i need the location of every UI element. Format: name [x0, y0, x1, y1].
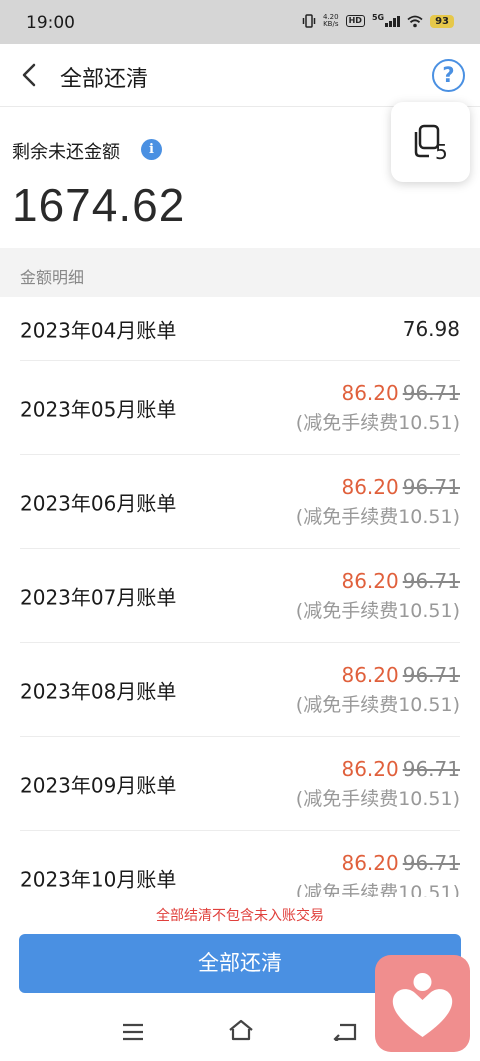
wifi-icon: [407, 15, 423, 27]
floating-window-count: 5: [435, 140, 448, 164]
back-nav-icon[interactable]: [333, 1021, 357, 1041]
bill-discounted-amount: 86.20: [341, 381, 399, 405]
bill-fee-note: (减免手续费10.51): [295, 506, 460, 528]
remaining-amount: 1674.62: [12, 179, 186, 231]
status-bar: 19:00 4.20 KB/s HD 5G 93: [0, 0, 480, 44]
help-icon[interactable]: ?: [432, 59, 465, 92]
bill-name: 2023年09月账单: [20, 773, 177, 797]
bill-fee-note: (减免手续费10.51): [295, 882, 460, 897]
bill-row[interactable]: 2023年10月账单 86.20 96.71 (减免手续费10.51): [20, 831, 460, 897]
status-icons: 4.20 KB/s HD 5G 93: [302, 12, 454, 28]
bill-name: 2023年05月账单: [20, 397, 177, 421]
net-speed: 4.20 KB/s: [323, 14, 339, 28]
bill-row[interactable]: 2023年05月账单 86.20 96.71 (减免手续费10.51): [20, 361, 460, 455]
floating-window-widget[interactable]: 5: [391, 102, 470, 182]
menu-icon[interactable]: [122, 1023, 144, 1041]
bill-discounted-amount: 86.20: [341, 851, 399, 875]
bill-original-amount: 96.71: [402, 851, 460, 875]
vibrate-icon: [302, 14, 316, 28]
bill-discounted-amount: 86.20: [341, 475, 399, 499]
bill-original-amount: 96.71: [402, 475, 460, 499]
page-title: 全部还清: [60, 67, 149, 92]
bill-name: 2023年07月账单: [20, 585, 177, 609]
bill-row[interactable]: 2023年07月账单 86.20 96.71 (减免手续费10.51): [20, 549, 460, 643]
bill-fee-note: (减免手续费10.51): [295, 788, 460, 810]
section-header: 金额明细: [0, 248, 480, 297]
bill-amount-block: 86.20 96.71 (减免手续费10.51): [296, 757, 460, 811]
bill-row[interactable]: 2023年09月账单 86.20 96.71 (减免手续费10.51): [20, 737, 460, 831]
bill-fee-note: (减免手续费10.51): [295, 600, 460, 622]
bill-amount: 76.98: [402, 316, 460, 341]
bill-original-amount: 96.71: [402, 569, 460, 593]
section-title: 金额明细: [20, 268, 85, 287]
bill-original-amount: 96.71: [402, 757, 460, 781]
settlement-notice: 全部结清不包含未入账交易: [156, 908, 324, 924]
heart-person-icon: [392, 973, 453, 1037]
bill-discounted-amount: 86.20: [341, 663, 399, 687]
bill-amount-block: 86.20 96.71 (减免手续费10.51): [296, 851, 460, 897]
status-time: 19:00: [26, 13, 75, 33]
net-speed-unit: KB/s: [323, 20, 339, 28]
bill-row[interactable]: 2023年08月账单 86.20 96.71 (减免手续费10.51): [20, 643, 460, 737]
bill-fee-note: (减免手续费10.51): [295, 694, 460, 716]
home-icon[interactable]: [228, 1019, 254, 1041]
bill-amount-block: 86.20 96.71 (减免手续费10.51): [296, 381, 460, 435]
bill-list[interactable]: 2023年04月账单 76.98 2023年05月账单 86.20 96.71 (…: [0, 297, 480, 897]
battery-icon: 93: [430, 14, 454, 28]
bill-amount-block: 86.20 96.71 (减免手续费10.51): [296, 569, 460, 623]
signal-5g-label: 5G: [371, 12, 385, 22]
bill-name: 2023年06月账单: [20, 491, 177, 515]
bill-fee-note: (减免手续费10.51): [295, 412, 460, 434]
bill-amount-block: 86.20 96.71 (减免手续费10.51): [296, 475, 460, 529]
floating-app-button[interactable]: [375, 955, 470, 1052]
bill-discounted-amount: 86.20: [341, 757, 399, 781]
bill-original-amount: 96.71: [402, 381, 460, 405]
bill-amount-block: 86.20 96.71 (减免手续费10.51): [296, 663, 460, 717]
bill-name: 2023年08月账单: [20, 679, 177, 703]
bill-discounted-amount: 86.20: [341, 569, 399, 593]
nav-header: 全部还清 ?: [0, 44, 480, 107]
signal-icon: [385, 15, 401, 27]
chevron-left-icon[interactable]: [16, 60, 44, 90]
bill-row[interactable]: 2023年06月账单 86.20 96.71 (减免手续费10.51): [20, 455, 460, 549]
info-icon[interactable]: i: [141, 139, 162, 160]
hd-icon: HD: [345, 15, 365, 27]
bill-name: 2023年10月账单: [20, 867, 177, 891]
bill-row[interactable]: 2023年04月账单 76.98: [20, 297, 460, 361]
remaining-label: 剩余未还金额: [12, 142, 120, 163]
bill-name: 2023年04月账单: [20, 318, 177, 342]
bill-original-amount: 96.71: [402, 663, 460, 687]
